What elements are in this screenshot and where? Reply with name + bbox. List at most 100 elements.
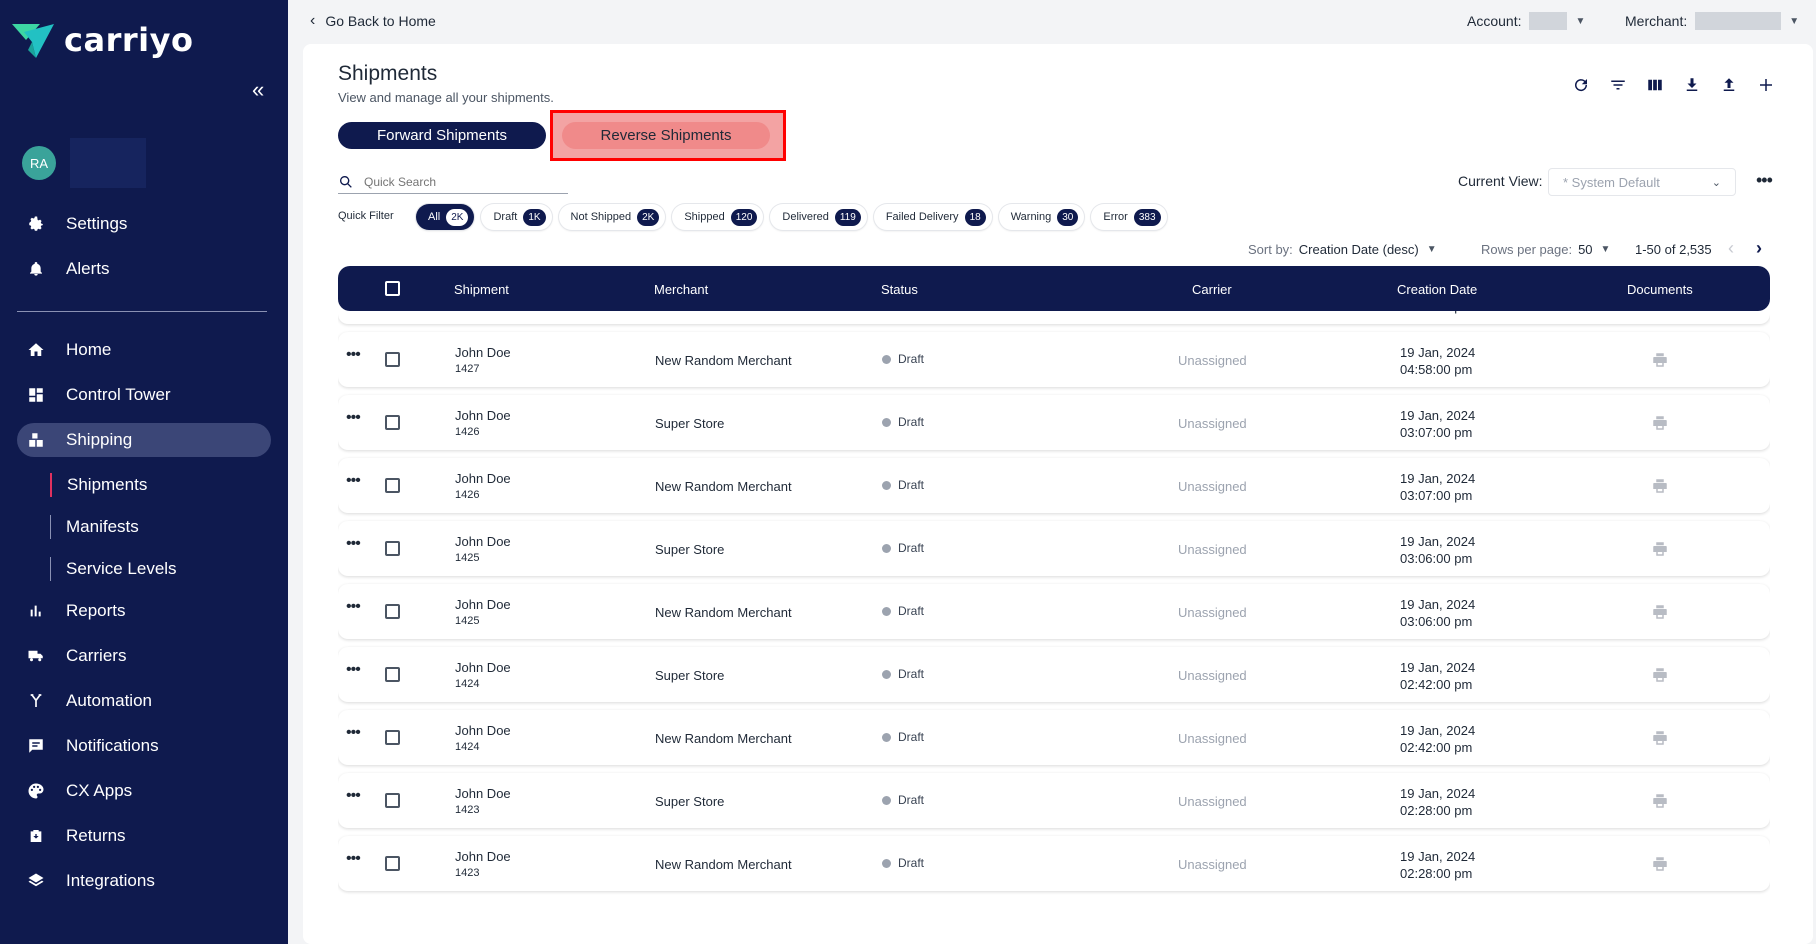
row-actions-icon[interactable]: ••• [346,850,361,868]
go-back-link[interactable]: ‹ Go Back to Home [310,12,436,30]
creation-date: 19 Jan, 2024 03:06:00 pm [1400,596,1475,630]
download-icon[interactable] [1681,74,1703,96]
filter-chip-draft[interactable]: Draft 1K [481,204,552,230]
sidebar-subitem-manifests[interactable]: Manifests [50,515,139,539]
row-checkbox[interactable] [385,730,400,745]
tab-forward-shipments[interactable]: Forward Shipments [338,122,546,149]
sidebar-item-settings[interactable]: Settings [17,207,271,241]
filter-chip-delivered[interactable]: Delivered 119 [770,204,867,230]
chip-label: All [428,211,441,223]
row-actions-icon[interactable]: ••• [346,661,361,679]
column-documents[interactable]: Documents [1627,282,1693,297]
column-status[interactable]: Status [881,282,918,297]
row-checkbox[interactable] [385,415,400,430]
table-row[interactable]: ••• John Doe 1427 New Random Merchant Dr… [338,332,1770,387]
row-actions-icon[interactable]: ••• [346,472,361,490]
sidebar-item-integrations[interactable]: Integrations [17,864,271,898]
user-profile[interactable]: RA [22,138,146,188]
collapse-sidebar-button[interactable]: « [252,77,274,102]
sort-selector[interactable]: Sort by: Creation Date (desc) ▼ [1248,242,1437,257]
upload-icon[interactable] [1718,74,1740,96]
sidebar-item-label: Alerts [66,259,110,278]
plus-icon[interactable] [1755,74,1777,96]
table-row[interactable]: ••• John Doe 1426 New Random Merchant Dr… [338,458,1770,513]
filter-chip-error[interactable]: Error 383 [1091,204,1167,230]
columns-icon[interactable] [1644,74,1666,96]
shipment-number: 1424 [455,678,480,690]
bar-chart-icon [26,601,46,621]
row-actions-icon[interactable]: ••• [346,787,361,805]
sidebar-item-alerts[interactable]: Alerts [17,252,271,286]
chevron-left-icon[interactable]: ‹ [1728,238,1734,259]
filter-chip-not-shipped[interactable]: Not Shipped 2K [558,204,666,230]
print-icon[interactable] [1651,414,1669,435]
row-checkbox[interactable] [385,352,400,367]
sidebar-item-cx-apps[interactable]: CX Apps [17,774,271,808]
sidebar-subitem-service-levels[interactable]: Service Levels [50,557,177,581]
sidebar-item-carriers[interactable]: Carriers [17,639,271,673]
table-row[interactable]: ••• John Doe 1425 New Random Merchant Dr… [338,584,1770,639]
refresh-icon[interactable] [1570,74,1592,96]
status-text: Draft [898,667,925,681]
table-row[interactable]: ••• John Doe 1426 Super Store Draft Unas… [338,395,1770,450]
print-icon[interactable] [1651,351,1669,372]
sidebar-item-returns[interactable]: Returns [17,819,271,853]
gear-icon [26,214,46,234]
merchant-label: Merchant: [1625,13,1688,29]
tab-reverse-shipments[interactable]: Reverse Shipments [562,122,770,149]
column-carrier[interactable]: Carrier [1192,282,1232,297]
row-checkbox[interactable] [385,541,400,556]
sidebar-item-reports[interactable]: Reports [17,594,271,628]
filter-chip-failed-delivery[interactable]: Failed Delivery 18 [873,204,992,230]
row-checkbox[interactable] [385,604,400,619]
sidebar-item-home[interactable]: Home [17,333,271,367]
row-actions-icon[interactable]: ••• [346,598,361,616]
row-checkbox[interactable] [385,856,400,871]
more-options-icon[interactable]: ••• [1756,170,1773,191]
print-icon[interactable] [1651,855,1669,876]
table-row[interactable]: ••• John Doe 1424 New Random Merchant Dr… [338,710,1770,765]
row-checkbox[interactable] [385,793,400,808]
search-input[interactable] [364,174,544,189]
filter-chip-warning[interactable]: Warning 30 [998,204,1085,230]
table-row[interactable]: ••• John Doe 1427 Super Store Draft Unas… [338,311,1770,324]
table-row[interactable]: ••• John Doe 1424 Super Store Draft Unas… [338,647,1770,702]
merchant-selector[interactable]: Merchant: ▼ [1625,12,1799,30]
print-icon[interactable] [1651,540,1669,561]
print-icon[interactable] [1651,792,1669,813]
column-merchant[interactable]: Merchant [654,282,708,297]
account-selector[interactable]: Account: ▼ [1467,12,1585,30]
select-all-checkbox[interactable] [385,281,400,296]
row-actions-icon[interactable]: ••• [346,724,361,742]
rows-per-page-selector[interactable]: Rows per page: 50 ▼ [1481,242,1610,257]
double-chevron-left-icon: « [252,77,265,102]
sidebar-item-automation[interactable]: Automation [17,684,271,718]
row-actions-icon[interactable]: ••• [346,346,361,364]
sidebar-item-shipping[interactable]: Shipping [17,423,271,457]
table-row[interactable]: ••• John Doe 1423 Super Store Draft Unas… [338,773,1770,828]
row-checkbox[interactable] [385,667,400,682]
print-icon[interactable] [1651,603,1669,624]
column-shipment[interactable]: Shipment [454,282,509,297]
status-badge: Draft [882,415,924,429]
print-icon[interactable] [1651,477,1669,498]
sidebar-subitem-shipments[interactable]: Shipments [50,473,147,497]
filter-chip-all[interactable]: All 2K [416,204,475,230]
current-view-select[interactable]: * System Default ⌄ [1548,168,1736,196]
chevron-right-icon[interactable]: › [1756,238,1762,259]
table-row[interactable]: ••• John Doe 1423 New Random Merchant Dr… [338,836,1770,891]
filter-icon[interactable] [1607,74,1629,96]
print-icon[interactable] [1651,666,1669,687]
row-checkbox[interactable] [385,478,400,493]
sidebar-item-notifications[interactable]: Notifications [17,729,271,763]
table-row[interactable]: ••• John Doe 1425 Super Store Draft Unas… [338,521,1770,576]
sidebar-divider [17,311,267,312]
column-creation-date[interactable]: Creation Date [1397,282,1477,297]
logo[interactable]: carriyo [10,20,193,60]
sidebar-item-control-tower[interactable]: Control Tower [17,378,271,412]
row-actions-icon[interactable]: ••• [346,409,361,427]
table-header: Shipment Merchant Status Carrier Creatio… [338,266,1770,311]
filter-chip-shipped[interactable]: Shipped 120 [672,204,764,230]
print-icon[interactable] [1651,729,1669,750]
row-actions-icon[interactable]: ••• [346,535,361,553]
